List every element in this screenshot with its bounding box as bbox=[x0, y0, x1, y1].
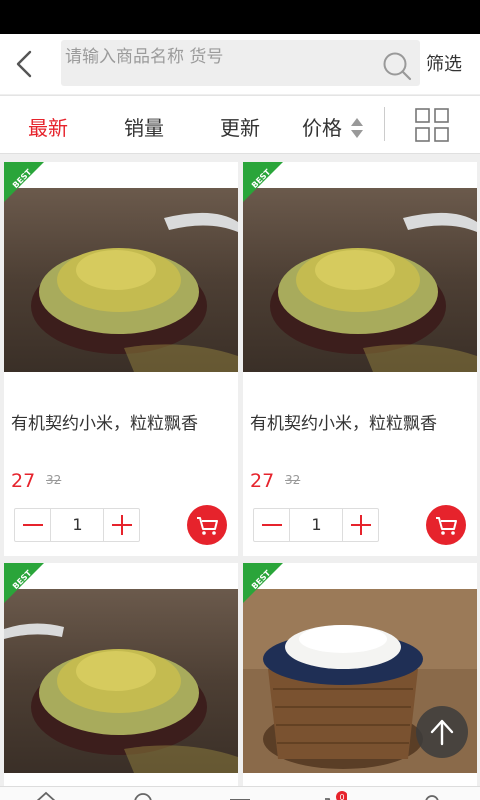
home-icon[interactable] bbox=[34, 790, 58, 800]
cart-badge: 0 bbox=[340, 793, 345, 800]
product-card[interactable]: BEST bbox=[243, 563, 477, 800]
plus-icon bbox=[112, 515, 132, 535]
best-ribbon-icon: BEST bbox=[4, 563, 44, 603]
user-icon[interactable] bbox=[420, 790, 444, 800]
status-bar bbox=[0, 0, 480, 34]
divider bbox=[384, 107, 385, 141]
plus-icon bbox=[351, 515, 371, 535]
tab-newest[interactable]: 最新 bbox=[28, 112, 68, 141]
chevron-left-icon bbox=[16, 50, 32, 78]
product-card[interactable]: BEST 有机契约小米，粒粒飘香 27 32 1 bbox=[4, 162, 238, 556]
product-title[interactable]: 有机契约小米，粒粒飘香 bbox=[11, 409, 198, 434]
cart-icon bbox=[197, 517, 218, 535]
product-title[interactable]: 有机契约小米，粒粒飘香 bbox=[250, 409, 437, 434]
product-price: 27 bbox=[11, 470, 36, 492]
grid-view-icon[interactable] bbox=[415, 108, 449, 142]
plus-button[interactable] bbox=[103, 509, 139, 541]
best-ribbon-icon: BEST bbox=[243, 162, 283, 202]
product-old-price: 32 bbox=[46, 473, 62, 487]
add-to-cart-button[interactable] bbox=[426, 505, 466, 545]
product-image-millet[interactable] bbox=[4, 589, 238, 773]
arrow-up-icon bbox=[430, 719, 454, 746]
filter-button[interactable]: 筛选 bbox=[426, 50, 462, 76]
best-ribbon-icon: BEST bbox=[243, 563, 283, 603]
search-placeholder: 请输入商品名称 货号 bbox=[65, 47, 224, 67]
tab-sales[interactable]: 销量 bbox=[124, 112, 164, 141]
quantity-stepper: 1 bbox=[14, 508, 140, 542]
cart-icon[interactable]: 0 bbox=[323, 790, 347, 800]
quantity-input[interactable]: 1 bbox=[51, 509, 104, 541]
tab-update[interactable]: 更新 bbox=[220, 112, 260, 141]
quantity-input[interactable]: 1 bbox=[290, 509, 343, 541]
product-image-millet[interactable] bbox=[4, 188, 238, 372]
product-card[interactable]: BEST bbox=[4, 563, 238, 800]
location-icon[interactable] bbox=[131, 790, 155, 800]
minus-icon bbox=[23, 524, 43, 526]
best-ribbon-icon: BEST bbox=[4, 162, 44, 202]
back-button[interactable] bbox=[8, 44, 48, 84]
product-card[interactable]: BEST 有机契约小米，粒粒飘香 27 32 1 bbox=[243, 162, 477, 556]
tab-price[interactable]: 价格 bbox=[302, 112, 342, 141]
category-icon[interactable] bbox=[228, 790, 252, 800]
product-old-price: 32 bbox=[285, 473, 301, 487]
sort-arrows-icon[interactable] bbox=[350, 117, 364, 139]
search-input[interactable]: 请输入商品名称 货号 bbox=[61, 40, 420, 86]
product-image-millet[interactable] bbox=[243, 188, 477, 372]
quantity-stepper: 1 bbox=[253, 508, 379, 542]
minus-icon bbox=[262, 524, 282, 526]
sort-bar: 最新 销量 更新 价格 bbox=[0, 95, 480, 154]
back-to-top-button[interactable] bbox=[416, 706, 468, 758]
minus-button[interactable] bbox=[15, 509, 51, 541]
top-bar: 请输入商品名称 货号 筛选 bbox=[0, 34, 480, 94]
product-price: 27 bbox=[250, 470, 275, 492]
minus-button[interactable] bbox=[254, 509, 290, 541]
bottom-nav: 0 bbox=[0, 786, 480, 800]
search-icon[interactable] bbox=[382, 51, 412, 81]
cart-icon bbox=[436, 517, 457, 535]
plus-button[interactable] bbox=[342, 509, 378, 541]
add-to-cart-button[interactable] bbox=[187, 505, 227, 545]
